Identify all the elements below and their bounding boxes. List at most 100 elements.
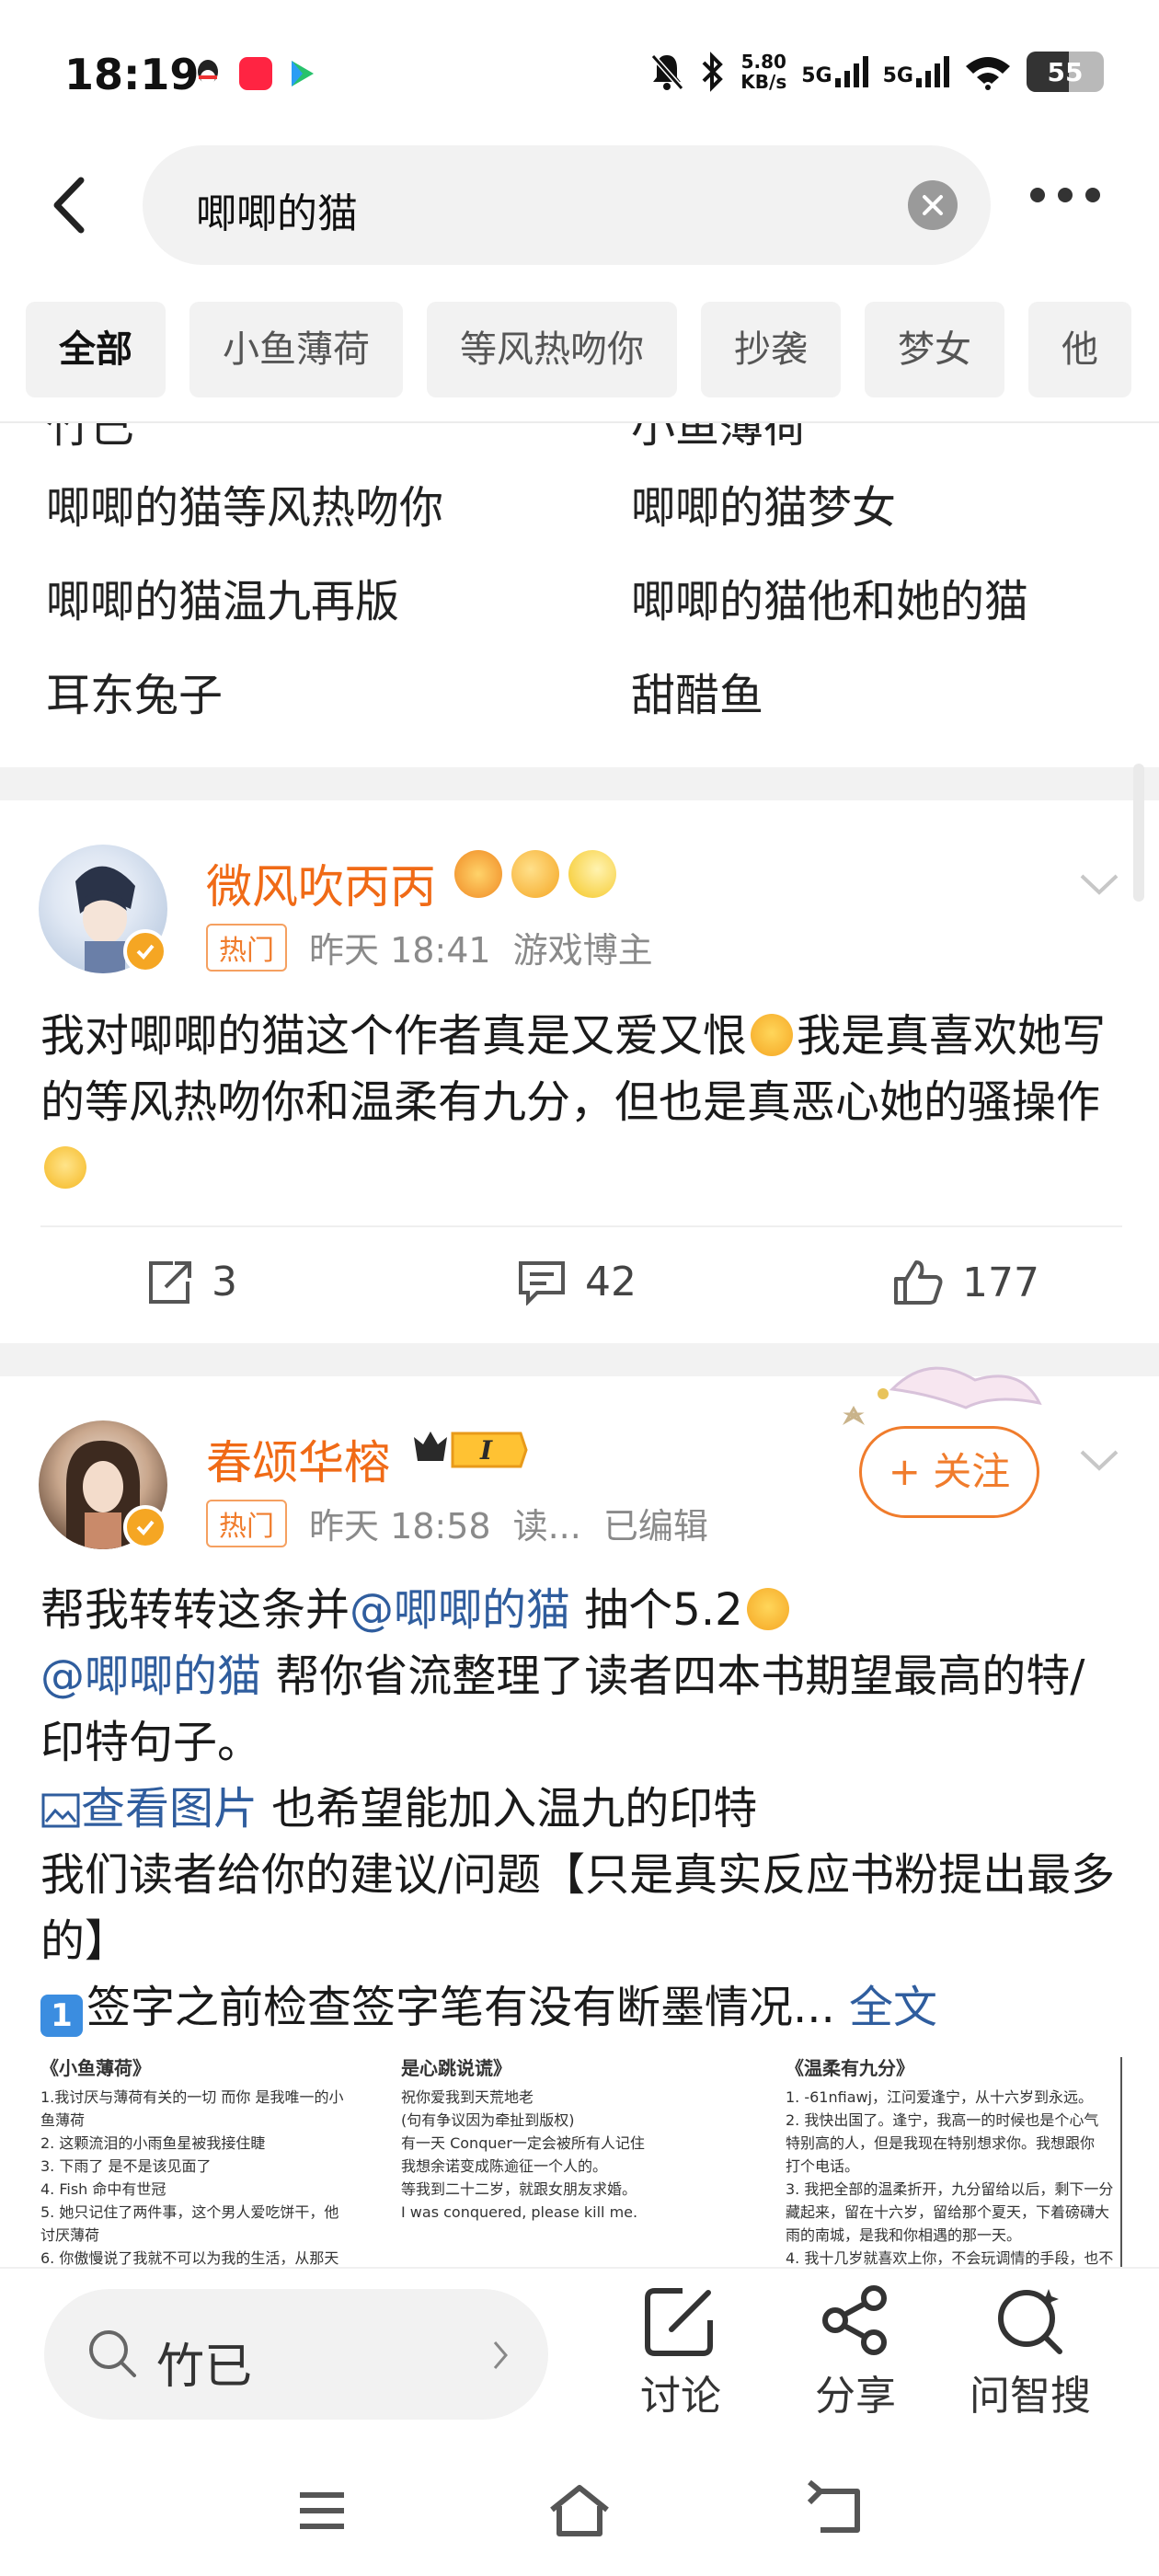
related-item[interactable]: 唧唧的猫梦女: [631, 471, 896, 535]
dot-icon: [1030, 188, 1045, 202]
status-right-icons: 5.80 KB/s 5G 5G 55: [648, 52, 1104, 92]
search-input[interactable]: 唧唧的猫: [143, 145, 991, 265]
signal-1: 5G: [801, 56, 868, 87]
post-line: 查看图片 也希望能加入温九的印特: [40, 1776, 1126, 1842]
related-searches: 竹已 小鱼薄荷 唧唧的猫等风热吻你 唧唧的猫梦女 唧唧的猫温九再版 唧唧的猫他和…: [46, 423, 1131, 764]
preview-image[interactable]: 是心跳说谎》 祝你爱我到天荒地老 (句有争议因为牵扯到版权) 有一天 Conquer…: [401, 2057, 751, 2267]
tab-dengfeng-rewen[interactable]: 等风热吻你: [427, 302, 677, 397]
comment-icon: [519, 1260, 565, 1305]
wifi-icon: [966, 57, 1010, 90]
discuss-button[interactable]: 讨论: [607, 2283, 754, 2421]
post-meta: 热门 昨天 18:58 读... 已编辑: [206, 1498, 708, 1548]
preview-image[interactable]: 《小鱼薄荷》 1.我讨厌与薄荷有关的一切 而你 是我唯一的小 鱼薄荷 2. 这颗流泪…: [40, 2057, 390, 2267]
follow-button[interactable]: + 关注: [859, 1426, 1039, 1518]
chevron-right-icon: [493, 2341, 508, 2369]
preview-image[interactable]: 《温柔有九分》 1. -61nfiawj，江问爱逢宁，从十六岁到永远。 2. 我快…: [786, 2057, 1122, 2267]
status-app-icons: [193, 57, 316, 90]
post-text[interactable]: 帮我转转这条并@唧唧的猫 抽个5.2 @唧唧的猫 帮你省流整理了读者四本书期望最…: [40, 1577, 1126, 2041]
crown-badge-icon: [454, 850, 502, 898]
signal-bars-icon: [834, 56, 868, 87]
signal-bars-icon: [916, 56, 949, 87]
like-button[interactable]: 177: [892, 1259, 1039, 1306]
preview-heading: 是心跳说谎》: [401, 2057, 511, 2079]
post-source: 游戏博主: [512, 930, 653, 971]
related-item[interactable]: 竹已: [46, 423, 134, 454]
related-partial-row: 竹已 小鱼薄荷: [46, 423, 1131, 453]
status-bar: 18:19 5.80 KB/s 5G 5G 55: [0, 0, 1159, 156]
author-name[interactable]: 微风吹丙丙: [206, 850, 436, 916]
share-icon: [822, 2285, 887, 2355]
mention-link[interactable]: @唧唧的猫: [40, 1650, 261, 1702]
status-time: 18:19: [64, 50, 200, 99]
tab-plagiarism[interactable]: 抄袭: [701, 302, 841, 397]
chevron-down-icon[interactable]: [1076, 1441, 1122, 1478]
dot-icon: [1085, 188, 1100, 202]
like-count: 177: [962, 1259, 1039, 1306]
related-item[interactable]: 唧唧的猫等风热吻你: [46, 471, 443, 535]
close-icon: [923, 195, 943, 215]
mute-bell-icon: [651, 54, 684, 90]
verified-badge-icon: [123, 1505, 167, 1549]
search-icon: [89, 2330, 136, 2377]
chevron-down-icon[interactable]: [1076, 865, 1122, 902]
comment-button[interactable]: 42: [517, 1259, 637, 1305]
bottom-search-input[interactable]: 竹已: [44, 2289, 548, 2420]
back-arrow-icon[interactable]: [44, 173, 99, 237]
post-time: 昨天 18:58: [309, 1506, 491, 1547]
home-icon[interactable]: [543, 2478, 616, 2543]
play-app-icon: [292, 61, 314, 86]
comment-count: 42: [585, 1259, 637, 1305]
repost-icon: [149, 1260, 191, 1304]
hot-tag: 热门: [206, 1499, 287, 1547]
related-item[interactable]: 唧唧的猫温九再版: [46, 565, 399, 629]
preview-heading: 《温柔有九分》: [786, 2057, 914, 2079]
image-previews: 《小鱼薄荷》 1.我讨厌与薄荷有关的一切 而你 是我唯一的小 鱼薄荷 2. 这颗流泪…: [40, 2057, 1122, 2267]
ai-search-icon: [998, 2289, 1062, 2354]
section-separator: [0, 767, 1159, 800]
dot-icon: [1058, 188, 1073, 202]
post-line: @唧唧的猫 帮你省流整理了读者四本书期望最高的特/印特句子。: [40, 1650, 1085, 1768]
view-image-link[interactable]: 查看图片: [40, 1783, 258, 1834]
related-item[interactable]: 耳东兔子: [46, 659, 223, 723]
menu-icon[interactable]: [285, 2478, 359, 2543]
more-options-button[interactable]: [1030, 188, 1100, 202]
tab-xiaoyu-bohe[interactable]: 小鱼薄荷: [189, 302, 403, 397]
xiaohongshu-app-icon: [239, 57, 272, 90]
image-icon: [41, 1793, 80, 1828]
moon-badge-icon: [568, 850, 616, 898]
signal-2: 5G: [883, 56, 949, 87]
preview-heading: 《小鱼薄荷》: [40, 2057, 151, 2079]
post-meta: 热门 昨天 18:41 游戏博主: [206, 922, 653, 972]
related-item[interactable]: 小鱼薄荷: [631, 423, 808, 454]
clear-search-button[interactable]: [908, 180, 958, 230]
search-query: 唧唧的猫: [196, 190, 358, 237]
tab-mengnv[interactable]: 梦女: [865, 302, 1004, 397]
post-source: 读...: [512, 1506, 581, 1547]
repost-button[interactable]: 3: [145, 1259, 237, 1305]
share-button[interactable]: 分享: [782, 2283, 929, 2421]
keycap-number-icon: 1: [40, 1995, 83, 2037]
hot-tag: 热门: [206, 923, 287, 972]
qq-app-icon: [198, 60, 218, 85]
mention-link[interactable]: @唧唧的猫: [350, 1584, 570, 1636]
post-card: 微风吹丙丙 热门 昨天 18:41 游戏博主 我对唧唧的猫这个作者真是又爱又恨我…: [0, 800, 1159, 1343]
ask-ai-search-button[interactable]: 问智搜: [957, 2283, 1104, 2421]
tab-all[interactable]: 全部: [26, 302, 166, 397]
related-item[interactable]: 甜醋鱼: [631, 659, 763, 723]
post-text[interactable]: 我对唧唧的猫这个作者真是又爱又恨 我是真喜欢她写的等风热吻你和温柔有九分，但也是真…: [40, 1003, 1126, 1202]
pufferfish-badge-icon: [511, 850, 559, 898]
post-line: 1 签字之前检查签字笔有没有断墨情况... 全文: [40, 1974, 1126, 2041]
thumbs-up-icon: [894, 1260, 943, 1305]
net-speed: 5.80 KB/s: [740, 51, 787, 93]
related-item[interactable]: 唧唧的猫他和她的猫: [631, 565, 1028, 629]
divider: [40, 1225, 1122, 1227]
edit-icon: [645, 2288, 713, 2356]
author-name[interactable]: 春颂华榕: [206, 1426, 390, 1492]
full-text-link[interactable]: 全文: [849, 1982, 937, 2033]
back-nav-icon[interactable]: [800, 2478, 874, 2543]
system-nav-bar: [0, 2451, 1159, 2576]
tab-ta[interactable]: 他: [1028, 302, 1131, 397]
bottom-search-text: 竹已: [156, 2340, 253, 2395]
post-actions: 3 42 177: [0, 1233, 1159, 1334]
post-line: 帮我转转这条并@唧唧的猫 抽个5.2: [40, 1577, 1126, 1643]
